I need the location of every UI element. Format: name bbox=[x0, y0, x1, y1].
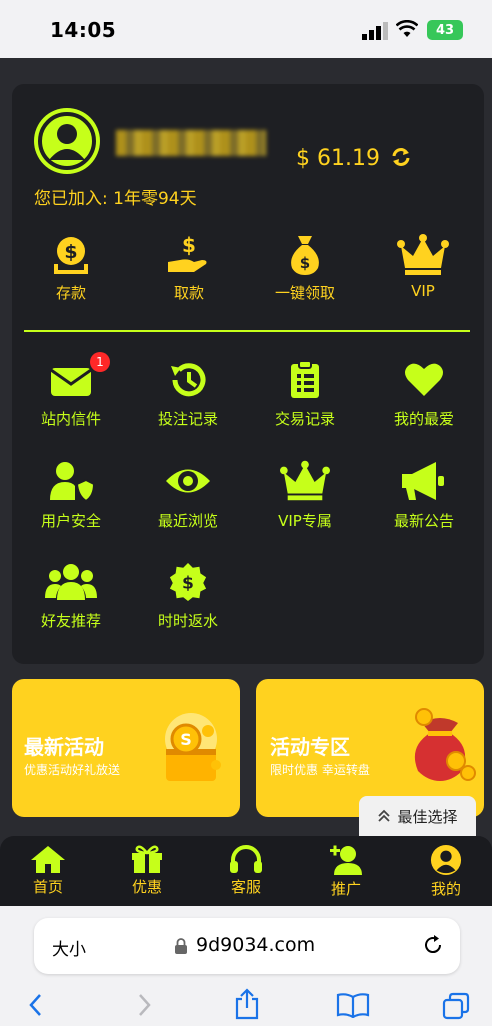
headset-icon bbox=[230, 845, 262, 873]
announcements-label: 最新公告 bbox=[393, 512, 454, 530]
promo-latest-events[interactable]: 最新活动 优惠活动好礼放送 S bbox=[12, 679, 240, 817]
history-icon bbox=[171, 363, 206, 397]
rebate-badge-icon: $ bbox=[169, 562, 207, 602]
grid-item-announcements[interactable]: 最新公告 bbox=[369, 460, 479, 531]
balance-amount: $ 61.19 bbox=[296, 146, 380, 171]
promo-subtitle: 优惠活动好礼放送 bbox=[24, 763, 121, 777]
lock-icon bbox=[175, 938, 187, 954]
grid-item-account-security[interactable]: 用户安全 bbox=[16, 460, 126, 531]
deposit-icon: $ bbox=[54, 237, 88, 274]
url-text[interactable]: 9d9034.com bbox=[196, 934, 315, 956]
treasure-chest-icon: S bbox=[165, 713, 221, 781]
vip-exclusive-label: VIP专属 bbox=[278, 512, 332, 530]
battery-level: 43 bbox=[435, 22, 455, 38]
nav-home[interactable]: 首页 bbox=[8, 844, 88, 897]
gift-icon bbox=[132, 845, 162, 873]
clipboard-icon bbox=[291, 360, 319, 398]
withdraw-button[interactable]: $ 取款 bbox=[144, 234, 234, 303]
lucky-bag-icon bbox=[414, 708, 476, 781]
browser-toolbar: 大小 9d9034.com bbox=[0, 906, 492, 1026]
favorites-label: 我的最爱 bbox=[393, 410, 454, 428]
unread-badge: 1 bbox=[90, 352, 110, 372]
rebate-label: 时时返水 bbox=[157, 612, 218, 630]
deposit-label: 存款 bbox=[55, 284, 86, 302]
reload-icon[interactable] bbox=[422, 934, 444, 956]
grid-item-bet-history[interactable]: 投注记录 bbox=[133, 360, 243, 429]
avatar[interactable] bbox=[34, 108, 100, 174]
user-shield-icon bbox=[50, 462, 94, 502]
signal-icon bbox=[362, 22, 388, 40]
double-chevron-up-icon bbox=[378, 809, 391, 822]
best-pick-button[interactable]: 最佳选择 bbox=[359, 796, 476, 836]
crown-icon bbox=[280, 460, 330, 501]
section-divider bbox=[24, 330, 470, 332]
account-security-label: 用户安全 bbox=[40, 512, 101, 530]
refresh-icon[interactable] bbox=[390, 146, 412, 168]
deposit-button[interactable]: $ 存款 bbox=[26, 234, 116, 303]
back-icon[interactable] bbox=[26, 992, 46, 1018]
transactions-label: 交易记录 bbox=[274, 410, 335, 428]
users-icon bbox=[45, 564, 97, 600]
withdraw-label: 取款 bbox=[173, 284, 204, 302]
nav-mine[interactable]: 我的 bbox=[406, 844, 486, 899]
grid-item-favorites[interactable]: 我的最爱 bbox=[369, 360, 479, 429]
promo-title: 最新活动 bbox=[24, 735, 104, 759]
bet-history-label: 投注记录 bbox=[157, 410, 218, 428]
nav-promotions[interactable]: 优惠 bbox=[107, 844, 187, 897]
grid-item-rebate[interactable]: $ 时时返水 bbox=[133, 562, 243, 631]
nav-promote[interactable]: 推广 bbox=[306, 844, 386, 899]
promo-subtitle: 限时优惠 幸运转盘 bbox=[270, 763, 370, 777]
nav-home-label: 首页 bbox=[32, 878, 63, 896]
referral-label: 好友推荐 bbox=[40, 612, 101, 630]
claim-all-button[interactable]: $ 一键领取 bbox=[260, 234, 350, 303]
battery-indicator: 43 bbox=[427, 20, 463, 40]
membership-duration: 您已加入: 1年零94天 bbox=[34, 189, 197, 209]
forward-icon[interactable] bbox=[134, 992, 154, 1018]
address-bar[interactable]: 大小 9d9034.com bbox=[34, 918, 460, 974]
recently-viewed-label: 最近浏览 bbox=[157, 512, 218, 530]
svg-text:$: $ bbox=[64, 241, 77, 263]
tabs-icon[interactable] bbox=[442, 992, 470, 1020]
crown-icon bbox=[397, 234, 449, 275]
vip-label: VIP bbox=[411, 282, 435, 300]
nav-support[interactable]: 客服 bbox=[206, 844, 286, 897]
svg-text:$: $ bbox=[182, 574, 194, 594]
mail-icon bbox=[50, 368, 92, 396]
grid-item-transactions[interactable]: 交易记录 bbox=[250, 360, 360, 429]
svg-text:$: $ bbox=[300, 254, 310, 272]
user-circle-icon bbox=[430, 844, 462, 876]
user-plus-icon bbox=[330, 845, 362, 875]
eye-icon bbox=[166, 469, 210, 493]
share-icon[interactable] bbox=[234, 988, 260, 1020]
nav-mine-label: 我的 bbox=[430, 880, 461, 898]
promo-title: 活动专区 bbox=[270, 735, 350, 759]
username-blurred bbox=[116, 130, 266, 156]
bookmarks-icon[interactable] bbox=[336, 992, 370, 1018]
home-icon bbox=[31, 846, 65, 873]
megaphone-icon bbox=[402, 462, 444, 500]
status-bar: 14:05 43 bbox=[0, 0, 492, 58]
nav-support-label: 客服 bbox=[230, 878, 261, 896]
user-avatar-icon bbox=[38, 112, 96, 170]
bottom-nav: 首页 优惠 客服 推广 我的 bbox=[0, 836, 492, 906]
claim-all-label: 一键领取 bbox=[274, 284, 335, 302]
heart-icon bbox=[405, 363, 443, 396]
grid-item-referral[interactable]: 好友推荐 bbox=[16, 562, 126, 631]
nav-promotions-label: 优惠 bbox=[131, 878, 162, 896]
grid-item-recently-viewed[interactable]: 最近浏览 bbox=[133, 460, 243, 531]
vip-button[interactable]: VIP bbox=[378, 234, 468, 300]
status-time: 14:05 bbox=[50, 18, 117, 42]
best-pick-label: 最佳选择 bbox=[397, 807, 458, 826]
svg-text:$: $ bbox=[182, 234, 196, 257]
withdraw-icon: $ bbox=[168, 234, 207, 272]
text-size-button[interactable]: 大小 bbox=[52, 935, 86, 960]
nav-promote-label: 推广 bbox=[330, 880, 361, 898]
svg-text:S: S bbox=[180, 730, 192, 749]
grid-item-vip-exclusive[interactable]: VIP专属 bbox=[250, 460, 360, 531]
wifi-icon bbox=[396, 20, 418, 37]
money-bag-icon: $ bbox=[291, 236, 319, 275]
messages-label: 站内信件 bbox=[40, 410, 101, 428]
grid-item-messages[interactable]: 1 站内信件 bbox=[16, 352, 126, 429]
